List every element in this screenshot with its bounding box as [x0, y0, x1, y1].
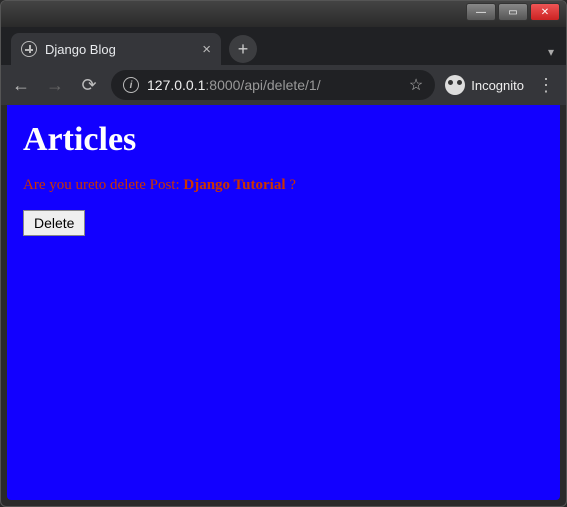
url-host: 127.0.0.1 — [147, 77, 205, 93]
back-button[interactable]: ← — [9, 73, 33, 97]
window-titlebar: — ▭ ✕ — [1, 1, 566, 27]
new-tab-button[interactable]: + — [229, 35, 257, 63]
reload-button[interactable]: ⟳ — [77, 73, 101, 97]
tabs-dropdown-icon[interactable]: ▾ — [548, 45, 554, 59]
url-path: :8000/api/delete/1/ — [205, 77, 320, 93]
browser-window: — ▭ ✕ Django Blog × + ▾ ← → ⟳ i 127.0.0.… — [0, 0, 567, 507]
bookmark-star-icon[interactable]: ☆ — [409, 75, 423, 95]
close-icon[interactable]: × — [202, 41, 211, 58]
incognito-label: Incognito — [471, 78, 524, 93]
confirm-suffix: ? — [286, 177, 296, 193]
address-bar[interactable]: i 127.0.0.1:8000/api/delete/1/ ☆ — [111, 70, 435, 100]
globe-icon — [21, 41, 37, 57]
tab-strip: Django Blog × + ▾ — [1, 27, 566, 65]
incognito-indicator: Incognito — [445, 75, 524, 95]
delete-button[interactable]: Delete — [23, 210, 85, 236]
confirm-prefix: Are you ureto delete Post: — [23, 177, 183, 193]
forward-button: → — [43, 73, 67, 97]
page-content: Articles Are you ureto delete Post: Djan… — [7, 105, 560, 500]
confirm-message: Are you ureto delete Post: Django Tutori… — [23, 177, 544, 194]
post-title: Django Tutorial — [183, 177, 285, 193]
site-info-icon[interactable]: i — [123, 77, 139, 93]
incognito-icon — [445, 75, 465, 95]
browser-toolbar: ← → ⟳ i 127.0.0.1:8000/api/delete/1/ ☆ I… — [1, 65, 566, 105]
window-maximize-button[interactable]: ▭ — [498, 3, 528, 21]
window-close-button[interactable]: ✕ — [530, 3, 560, 21]
url-text: 127.0.0.1:8000/api/delete/1/ — [147, 77, 321, 93]
browser-tab[interactable]: Django Blog × — [11, 33, 221, 65]
page-heading: Articles — [23, 121, 544, 159]
menu-button[interactable]: ⋮ — [534, 73, 558, 97]
tab-title: Django Blog — [45, 42, 194, 57]
window-minimize-button[interactable]: — — [466, 3, 496, 21]
